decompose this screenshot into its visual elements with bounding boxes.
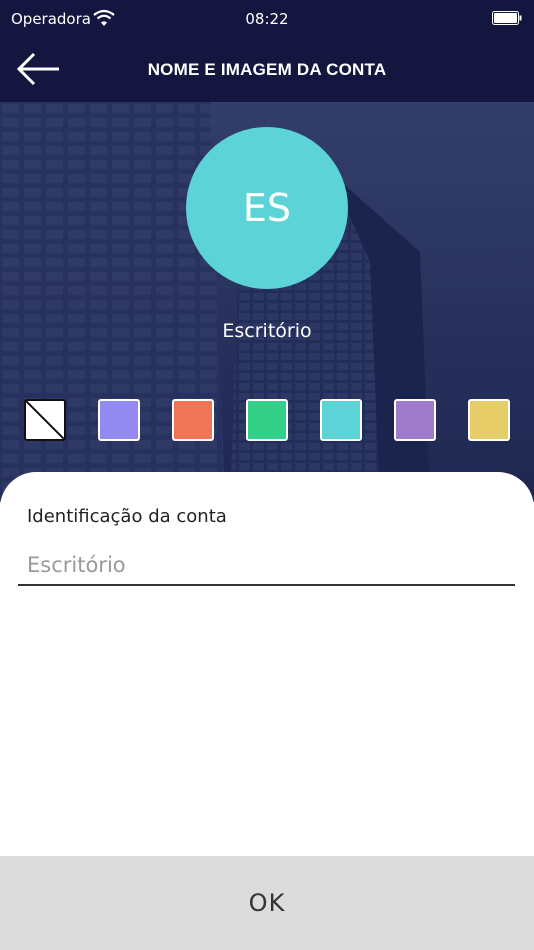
color-swatch-row [24,399,512,441]
battery-icon [492,11,522,25]
clock: 08:22 [245,10,289,28]
swatch-cyan[interactable] [320,399,362,441]
swatch-orange[interactable] [172,399,214,441]
account-name-label: Escritório [222,320,312,342]
account-id-label: Identificação da conta [27,506,227,527]
ok-button[interactable]: OK [0,856,534,950]
page-title: NOME E IMAGEM DA CONTA [147,60,387,79]
swatch-purple-blue[interactable] [98,399,140,441]
swatch-none[interactable] [24,399,66,441]
account-avatar[interactable]: ES [186,127,348,289]
account-id-input[interactable] [18,546,515,586]
avatar-initials: ES [242,186,292,230]
swatch-yellow[interactable] [468,399,510,441]
swatch-lavender[interactable] [394,399,436,441]
navigation-bar: NOME E IMAGEM DA CONTA [0,38,534,102]
status-bar: Operadora 08:22 [0,0,534,38]
swatch-green[interactable] [246,399,288,441]
form-panel: Identificação da conta [0,472,534,856]
no-color-icon [26,401,64,439]
